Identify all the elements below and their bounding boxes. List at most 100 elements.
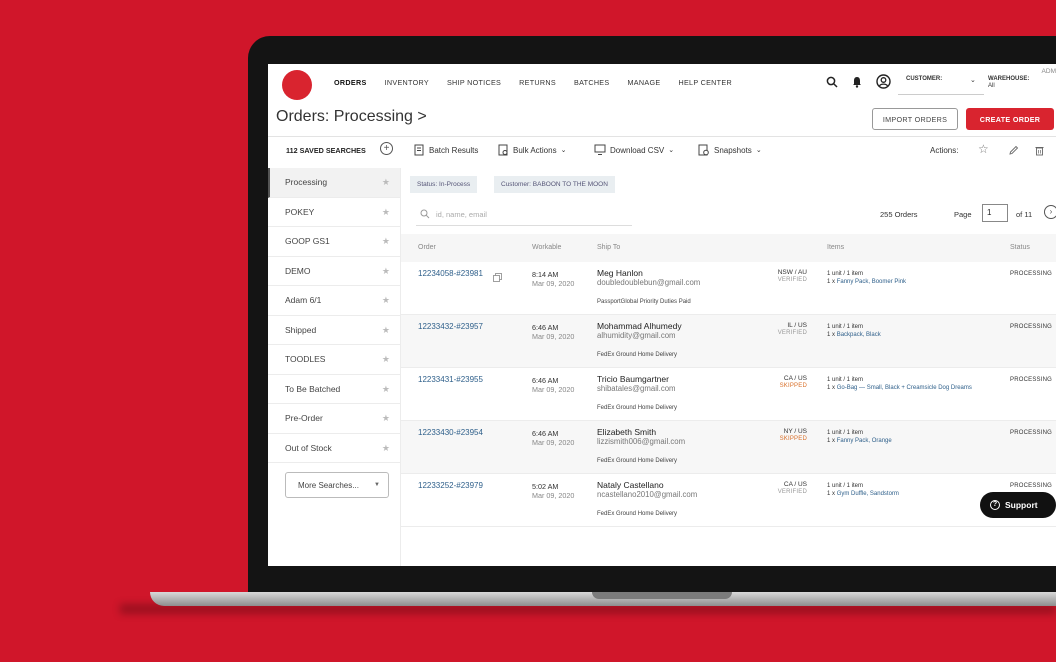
item-link[interactable]: Fanny Pack, Boomer Pink: [837, 279, 906, 285]
import-orders-button[interactable]: IMPORT ORDERS: [872, 108, 958, 130]
warehouse-select-label[interactable]: WAREHOUSE:: [988, 76, 1029, 82]
star-icon[interactable]: ★: [382, 325, 390, 336]
nav-returns[interactable]: RETURNS: [519, 78, 556, 87]
more-searches-label: More Searches...: [298, 480, 359, 490]
sidebar-item-label: GOOP GS1: [285, 236, 330, 247]
status-filter-chip[interactable]: Status: In-Process: [410, 176, 478, 193]
sidebar-item-pokey[interactable]: POKEY ★: [268, 198, 400, 227]
recipient-email: alhumidity@gmail.com: [597, 331, 676, 340]
add-search-button[interactable]: +: [380, 142, 393, 155]
trash-icon[interactable]: [1034, 143, 1045, 161]
star-icon[interactable]: ★: [382, 266, 390, 277]
star-icon[interactable]: ★: [382, 177, 390, 188]
order-link[interactable]: 12233432-#23957: [418, 322, 483, 331]
order-link[interactable]: 12234058-#23981: [418, 269, 483, 278]
more-searches-select[interactable]: More Searches... ▼: [285, 472, 389, 498]
table-row[interactable]: 12233252-#23979 5:02 AM Mar 09, 2020 Nat…: [401, 474, 1056, 527]
ship-method: FedEx Ground Home Delivery: [597, 352, 678, 358]
star-icon[interactable]: ☆: [978, 142, 989, 156]
sidebar-item-label: Pre-Order: [285, 413, 323, 424]
order-search-field[interactable]: id, name, email: [416, 204, 632, 226]
star-icon[interactable]: ★: [382, 443, 390, 454]
table-row[interactable]: 12234058-#23981 8:14 AM Mar 09, 2020 Meg…: [401, 262, 1056, 315]
sidebar-item-toodles[interactable]: TOODLES ★: [268, 345, 400, 375]
sidebar-item-label: DEMO: [285, 265, 311, 276]
nav-help-center[interactable]: HELP CENTER: [678, 78, 732, 87]
nav-orders[interactable]: ORDERS: [334, 78, 367, 87]
sidebar-item-demo[interactable]: DEMO ★: [268, 257, 400, 286]
sidebar-item-to-be-batched[interactable]: To Be Batched ★: [268, 375, 400, 404]
admin-label[interactable]: ADM: [1042, 68, 1056, 75]
order-link[interactable]: 12233430-#23954: [418, 428, 483, 437]
item-link[interactable]: Backpack, Black: [837, 332, 881, 338]
create-order-button[interactable]: CREATE ORDER: [966, 108, 1054, 130]
order-link[interactable]: 12233252-#23979: [418, 481, 483, 490]
next-page-button[interactable]: ›: [1044, 205, 1056, 219]
chevron-down-icon: ⌄: [668, 147, 675, 154]
ship-region: NY / US: [783, 428, 807, 435]
sidebar-item-adam[interactable]: Adam 6/1 ★: [268, 286, 400, 316]
bulk-actions-button[interactable]: Bulk Actions ⌄: [498, 144, 566, 156]
item-link[interactable]: Go-Bag — Small, Black + Creamsicle Dog D…: [837, 385, 972, 391]
star-icon[interactable]: ★: [382, 354, 390, 365]
workable-date: Mar 09, 2020: [532, 491, 575, 500]
address-verification: SKIPPED: [779, 436, 807, 442]
warehouse-select-value[interactable]: All: [988, 83, 995, 89]
search-icon[interactable]: [826, 76, 838, 88]
customer-select-label[interactable]: CUSTOMER:: [906, 76, 942, 82]
support-button[interactable]: ? Support: [980, 492, 1056, 518]
sidebar-item-shipped[interactable]: Shipped ★: [268, 316, 400, 345]
chevron-down-icon[interactable]: ⌄: [970, 76, 976, 84]
batch-results-button[interactable]: Batch Results: [414, 144, 478, 156]
sidebar-item-processing[interactable]: Processing ★: [268, 168, 400, 198]
item-qty: 1 x: [827, 385, 836, 391]
copy-icon[interactable]: [493, 269, 502, 287]
page-input[interactable]: 1: [982, 204, 1008, 222]
nav-manage[interactable]: MANAGE: [628, 78, 661, 87]
sidebar-item-goop-gs1[interactable]: GOOP GS1 ★: [268, 227, 400, 257]
batch-results-label: Batch Results: [429, 145, 479, 155]
star-icon[interactable]: ★: [382, 295, 390, 306]
sidebar-item-pre-order[interactable]: Pre-Order ★: [268, 404, 400, 434]
col-ship-to[interactable]: Ship To: [597, 244, 620, 251]
star-icon[interactable]: ★: [382, 236, 390, 247]
sidebar-item-out-of-stock[interactable]: Out of Stock ★: [268, 434, 400, 463]
customer-filter-chip[interactable]: Customer: BABOON TO THE MOON: [494, 176, 615, 193]
item-count: 1 unit / 1 item: [827, 271, 864, 277]
download-csv-button[interactable]: Download CSV ⌄: [594, 144, 674, 156]
chevron-down-icon: ⌄: [755, 147, 762, 154]
item-link[interactable]: Gym Duffle, Sandstorm: [837, 491, 899, 497]
table-row[interactable]: 12233432-#23957 6:46 AM Mar 09, 2020 Moh…: [401, 315, 1056, 368]
bell-icon[interactable]: [852, 76, 862, 88]
star-icon[interactable]: ★: [382, 207, 390, 218]
col-workable[interactable]: Workable: [532, 244, 561, 251]
table-row[interactable]: 12233431-#23955 6:46 AM Mar 09, 2020 Tri…: [401, 368, 1056, 421]
orders-count: 255 Orders: [880, 210, 918, 219]
page-total: of 11: [1016, 210, 1033, 219]
col-items[interactable]: Items: [827, 244, 844, 251]
col-status[interactable]: Status: [1010, 244, 1030, 251]
workable-date: Mar 09, 2020: [532, 385, 575, 394]
ship-region: IL / US: [787, 322, 807, 329]
search-icon: [420, 209, 430, 219]
brand-logo[interactable]: [282, 70, 312, 100]
recipient-email: ncastellano2010@gmail.com: [597, 490, 698, 499]
nav-inventory[interactable]: INVENTORY: [385, 78, 429, 87]
table-header: Order Workable Ship To Items Status: [401, 234, 1056, 262]
order-link[interactable]: 12233431-#23955: [418, 375, 483, 384]
pencil-icon[interactable]: [1008, 143, 1019, 161]
nav-batches[interactable]: BATCHES: [574, 78, 610, 87]
table-row[interactable]: 12233430-#23954 6:46 AM Mar 09, 2020 Eli…: [401, 421, 1056, 474]
customer-select-underline: [898, 94, 984, 95]
item-link[interactable]: Fanny Pack, Orange: [837, 438, 892, 444]
nav-ship-notices[interactable]: SHIP NOTICES: [447, 78, 501, 87]
item-detail: 1 x Fanny Pack, Orange: [827, 438, 892, 444]
user-icon[interactable]: [876, 74, 891, 89]
saved-searches-sidebar: Processing ★ POKEY ★ GOOP GS1 ★ DEMO ★ Adam …: [268, 168, 400, 463]
star-icon[interactable]: ★: [382, 384, 390, 395]
star-icon[interactable]: ★: [382, 413, 390, 424]
col-order[interactable]: Order: [418, 244, 436, 251]
snapshots-button[interactable]: Snapshots ⌄: [698, 144, 762, 156]
item-qty: 1 x: [827, 438, 836, 444]
recipient-email: doubledoublebun@gmail.com: [597, 278, 701, 287]
